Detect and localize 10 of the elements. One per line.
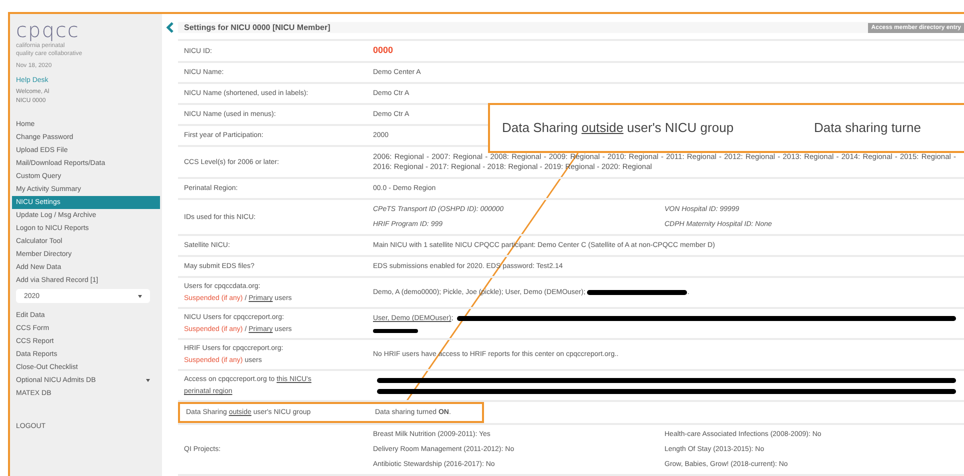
back-icon[interactable] [166,22,174,33]
callout-label: Data Sharing outside user's NICU group [502,120,735,136]
caret-icon [138,294,142,298]
id-value: 0000 [373,45,394,55]
logo: cpqcc [16,20,80,40]
redaction-mark [373,329,418,333]
page-title: Settings for NICU 0000 [NICU Member] [184,23,330,32]
link[interactable]: outside [582,120,624,135]
callout-value: Data sharing turne [814,120,921,136]
caret-icon [146,379,150,382]
